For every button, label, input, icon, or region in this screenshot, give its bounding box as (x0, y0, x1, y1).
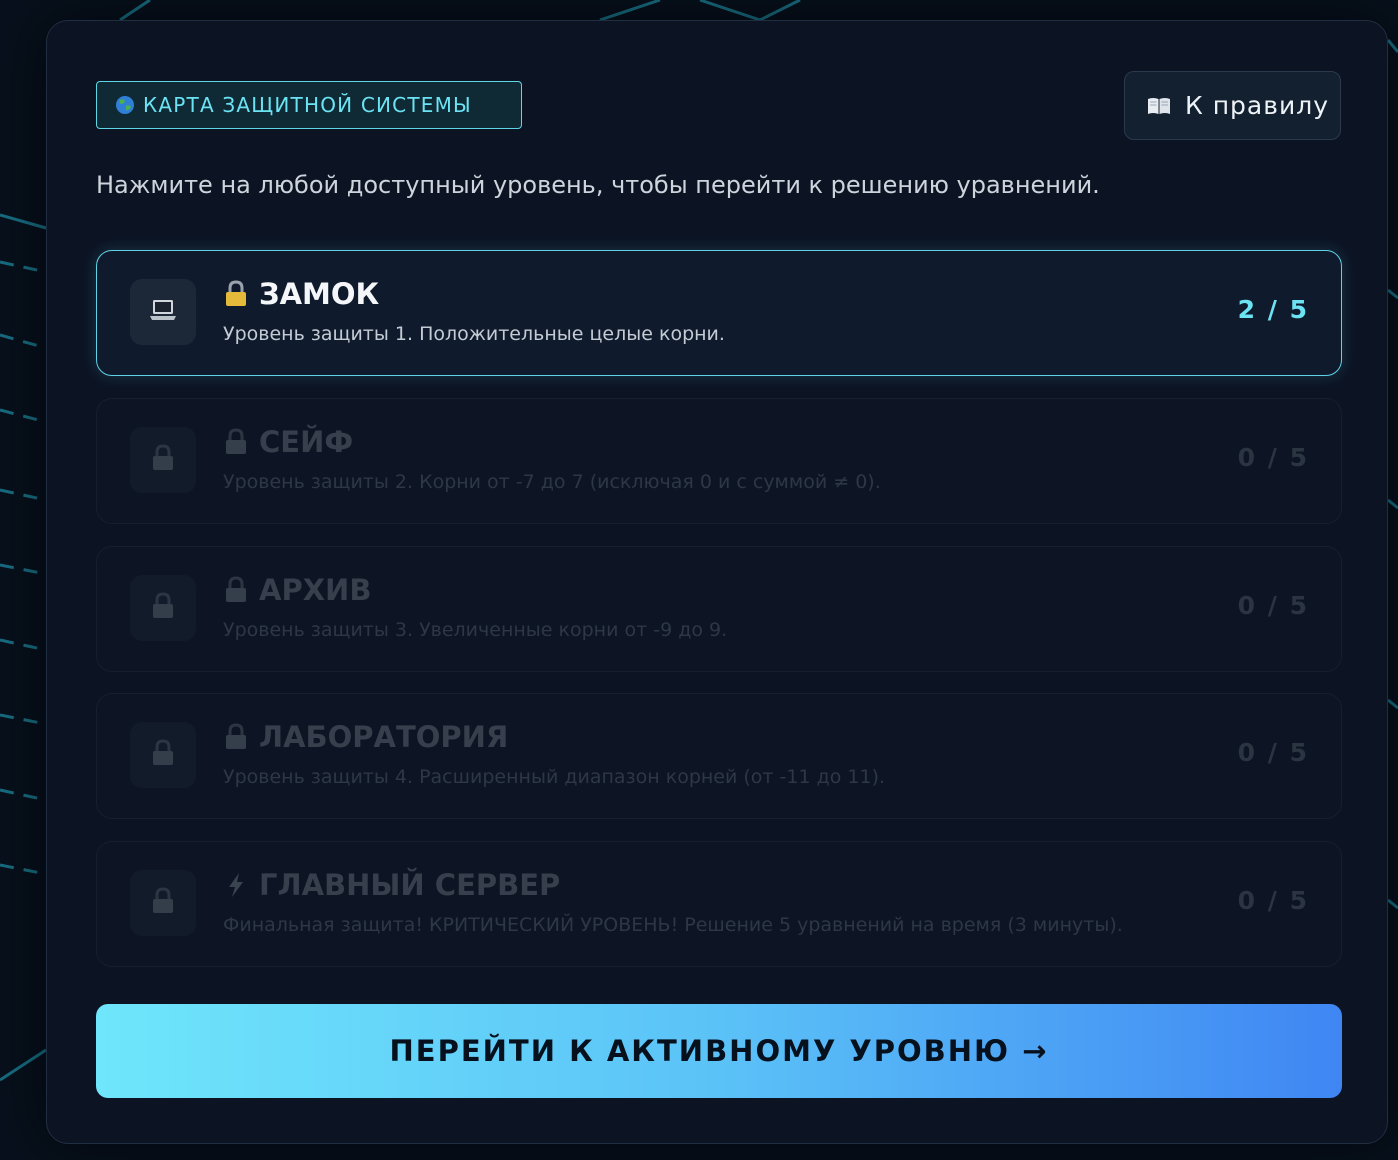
level-card-glavny-server[interactable]: ГЛАВНЫЙ СЕРВЕР Финальная защита! КРИТИЧЕ… (96, 841, 1342, 967)
level-description: Уровень защиты 2. Корни от -7 до 7 (искл… (223, 471, 881, 493)
level-card-zamok[interactable]: ЗАМОК Уровень защиты 1. Положительные це… (96, 250, 1342, 376)
lock-icon (223, 280, 249, 308)
level-icon-box (130, 279, 196, 345)
lock-icon (151, 592, 175, 624)
level-title-row: ГЛАВНЫЙ СЕРВЕР (223, 868, 560, 902)
level-progress: 2 / 5 (1237, 295, 1309, 324)
level-card-laboratoriya[interactable]: ЛАБОРАТОРИЯ Уровень защиты 4. Расширенны… (96, 693, 1342, 819)
level-map-panel: КАРТА ЗАЩИТНОЙ СИСТЕМЫ К правилу Нажмите… (46, 20, 1388, 1144)
level-icon-box (130, 575, 196, 641)
level-progress: 0 / 5 (1237, 591, 1309, 620)
lock-icon (223, 428, 249, 456)
map-badge: КАРТА ЗАЩИТНОЙ СИСТЕМЫ (96, 81, 522, 129)
globe-icon (115, 95, 135, 115)
level-progress: 0 / 5 (1237, 738, 1309, 767)
level-progress: 0 / 5 (1237, 886, 1309, 915)
lock-icon (151, 739, 175, 771)
level-title-row: АРХИВ (223, 573, 371, 607)
level-icon-box (130, 427, 196, 493)
instructions-text: Нажмите на любой доступный уровень, чтоб… (96, 171, 1100, 199)
level-title: СЕЙФ (259, 425, 354, 459)
go-button-label: ПЕРЕЙТИ К АКТИВНОМУ УРОВНЮ → (389, 1034, 1049, 1068)
level-title: ГЛАВНЫЙ СЕРВЕР (259, 868, 561, 902)
level-progress: 0 / 5 (1237, 443, 1309, 472)
lock-icon (223, 723, 249, 751)
lock-icon (151, 887, 175, 919)
rules-button[interactable]: К правилу (1124, 71, 1341, 140)
lightning-icon (223, 871, 249, 899)
level-card-arkhiv[interactable]: АРХИВ Уровень защиты 3. Увеличенные корн… (96, 546, 1342, 672)
level-card-seif[interactable]: СЕЙФ Уровень защиты 2. Корни от -7 до 7 … (96, 398, 1342, 524)
book-icon (1147, 97, 1171, 115)
level-title: АРХИВ (259, 573, 372, 607)
lock-icon (223, 576, 249, 604)
level-icon-box (130, 722, 196, 788)
level-title-row: ЗАМОК (223, 277, 379, 311)
go-to-active-level-button[interactable]: ПЕРЕЙТИ К АКТИВНОМУ УРОВНЮ → (96, 1004, 1342, 1098)
lock-icon (151, 444, 175, 476)
level-description: Финальная защита! КРИТИЧЕСКИЙ УРОВЕНЬ! Р… (223, 914, 1123, 936)
level-title-row: СЕЙФ (223, 425, 353, 459)
level-title-row: ЛАБОРАТОРИЯ (223, 720, 508, 754)
level-title: ЛАБОРАТОРИЯ (259, 720, 509, 754)
map-badge-label: КАРТА ЗАЩИТНОЙ СИСТЕМЫ (143, 93, 472, 117)
laptop-icon (148, 297, 178, 327)
level-description: Уровень защиты 4. Расширенный диапазон к… (223, 766, 886, 788)
level-icon-box (130, 870, 196, 936)
rules-button-label: К правилу (1185, 91, 1329, 120)
level-description: Уровень защиты 1. Положительные целые ко… (223, 323, 725, 345)
level-description: Уровень защиты 3. Увеличенные корни от -… (223, 619, 728, 641)
level-title: ЗАМОК (259, 277, 380, 311)
